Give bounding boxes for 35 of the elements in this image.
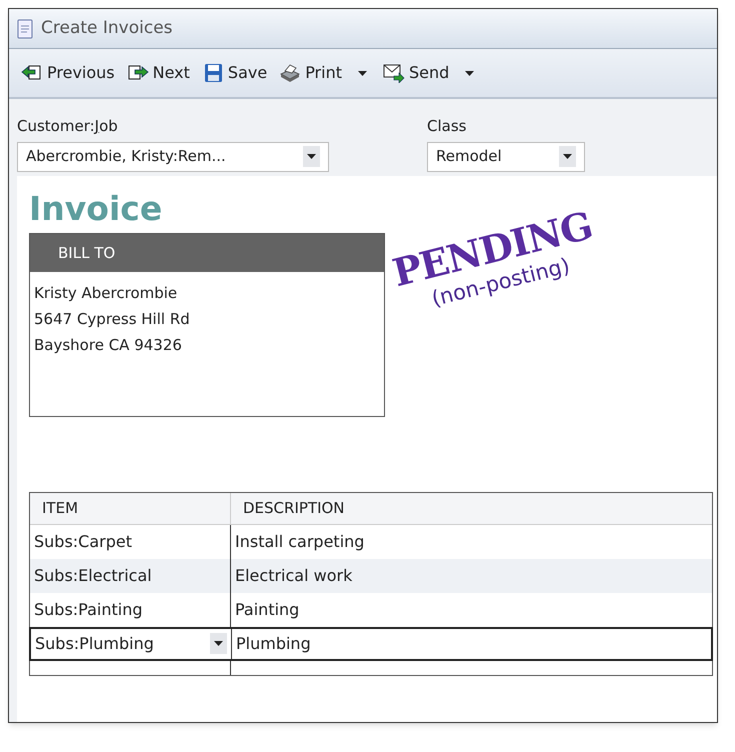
table-cell-text: Install carpeting: [235, 530, 364, 553]
table-cell-text: Subs:Plumbing: [35, 632, 154, 655]
table-cell-text: Electrical work: [235, 564, 352, 587]
field-label: Customer:Job: [17, 116, 119, 137]
caret-icon: [214, 641, 223, 646]
column-header: DESCRIPTION: [230, 492, 712, 524]
table-cell-text: Subs:Carpet: [34, 530, 132, 553]
toolbar-button[interactable]: Print: [279, 61, 342, 85]
caret-icon: [563, 154, 572, 159]
address-line: Kristy Abercrombie: [34, 282, 178, 304]
column-header: ITEM: [41, 498, 80, 519]
address-line: 5647 Cypress Hill Rd: [34, 308, 191, 330]
form-title: Invoice: [29, 188, 164, 229]
address-line: Bayshore CA 94326: [34, 334, 183, 356]
table-cell-text: Subs:Electrical: [34, 564, 152, 587]
envelope-icon: [383, 63, 405, 83]
window-title: Create Invoices: [41, 16, 173, 40]
printer-icon: [279, 63, 302, 83]
toolbar-button[interactable]: Save: [202, 61, 268, 85]
caret-icon: [307, 154, 316, 159]
table-cell-text: Painting: [235, 598, 300, 621]
caret-icon: [465, 70, 474, 76]
caret-icon: [358, 70, 367, 76]
customer-job-dropdown[interactable]: Abercrombie, Kristy:Rem...: [17, 142, 329, 172]
field-label: Class: [427, 116, 468, 137]
table-cell-text: Plumbing: [236, 632, 311, 655]
class-dropdown[interactable]: Remodel: [427, 142, 585, 172]
table-row[interactable]: Subs:Electrical Electrical work: [30, 558, 712, 593]
table-row[interactable]: Subs:Plumbing Plumbing: [29, 626, 713, 661]
toolbar-button[interactable]: Next: [126, 61, 190, 85]
bill-to-header: BILL TO: [30, 234, 384, 272]
document-icon: [17, 18, 33, 38]
table-cell-text: Subs:Painting: [34, 598, 143, 621]
toolbar-button[interactable]: Previous: [21, 61, 115, 85]
toolbar-button[interactable]: Send: [383, 61, 450, 85]
